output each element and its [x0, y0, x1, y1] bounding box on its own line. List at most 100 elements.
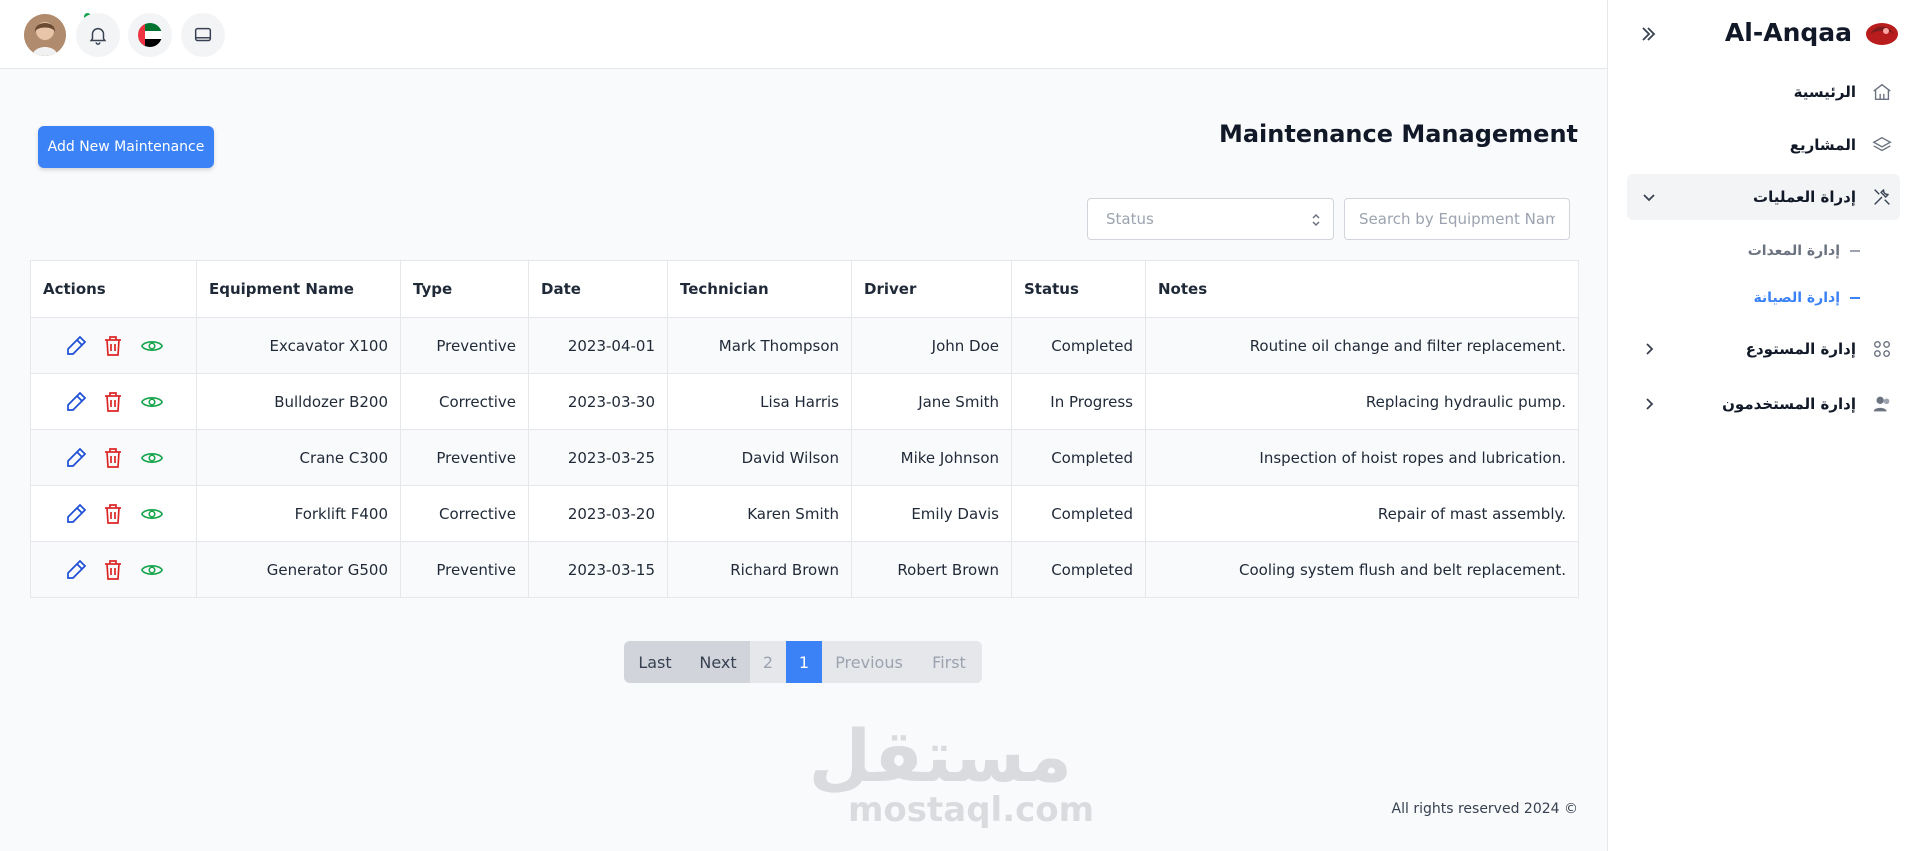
- equipment-search-input[interactable]: [1344, 198, 1570, 240]
- driver-cell: Jane Smith: [851, 373, 1012, 430]
- pagination: Last Next 2 1 Previous First: [624, 641, 982, 683]
- grid-icon: [1870, 337, 1894, 361]
- view-eye-icon[interactable]: [140, 390, 164, 414]
- table-row: Excavator X100 Preventive 2023-04-01 Mar…: [30, 317, 1579, 374]
- pagination-previous-button[interactable]: Previous: [822, 641, 916, 683]
- actions-cell: [30, 541, 197, 598]
- delete-trash-icon[interactable]: [102, 334, 126, 358]
- type-cell: Preventive: [400, 541, 529, 598]
- equipment-name-cell: Bulldozer B200: [196, 373, 401, 430]
- collapse-sidebar-icon[interactable]: [1638, 24, 1658, 44]
- actions-cell: [30, 373, 197, 430]
- pagination-next-button[interactable]: Next: [686, 641, 750, 683]
- column-header-technician: Technician: [667, 260, 852, 318]
- equipment-name-cell: Crane C300: [196, 429, 401, 486]
- view-eye-icon[interactable]: [140, 334, 164, 358]
- sidebar-item-label: إدارة المستودع: [1745, 340, 1856, 358]
- edit-pencil-icon[interactable]: [64, 558, 88, 582]
- edit-pencil-icon[interactable]: [64, 334, 88, 358]
- driver-cell: Mike Johnson: [851, 429, 1012, 486]
- date-cell: 2023-03-25: [528, 429, 668, 486]
- date-cell: 2023-03-30: [528, 373, 668, 430]
- maintenance-table: Actions Equipment Name Type Date Technic…: [30, 260, 1579, 598]
- notes-cell: Replacing hydraulic pump.: [1145, 373, 1579, 430]
- users-icon: [1870, 392, 1894, 416]
- column-header-equipment-name: Equipment Name: [196, 260, 401, 318]
- layers-icon: [1870, 133, 1894, 157]
- watermark-arabic: مستقل: [808, 714, 1072, 798]
- subitem-maintenance-management[interactable]: إدارة الصيانة: [1680, 283, 1860, 313]
- notes-cell: Cooling system flush and belt replacemen…: [1145, 541, 1579, 598]
- sidebar-item-label: المشاريع: [1789, 136, 1856, 154]
- table-row: Bulldozer B200 Corrective 2023-03-30 Lis…: [30, 373, 1579, 430]
- edit-pencil-icon[interactable]: [64, 390, 88, 414]
- add-new-maintenance-button[interactable]: Add New Maintenance: [38, 126, 214, 168]
- type-cell: Corrective: [400, 373, 529, 430]
- dash-icon: [1850, 250, 1860, 252]
- actions-cell: [30, 429, 197, 486]
- status-cell: Completed: [1011, 429, 1146, 486]
- equipment-name-cell: Forklift F400: [196, 485, 401, 542]
- technician-cell: Richard Brown: [667, 541, 852, 598]
- date-cell: 2023-04-01: [528, 317, 668, 374]
- delete-trash-icon[interactable]: [102, 502, 126, 526]
- technician-cell: Karen Smith: [667, 485, 852, 542]
- table-row: Crane C300 Preventive 2023-03-25 David W…: [30, 429, 1579, 486]
- actions-cell: [30, 317, 197, 374]
- subitem-label: إدارة الصيانة: [1753, 290, 1840, 306]
- language-button[interactable]: [128, 13, 172, 57]
- pagination-page-2[interactable]: 2: [750, 641, 786, 683]
- notes-cell: Repair of mast assembly.: [1145, 485, 1579, 542]
- column-header-type: Type: [400, 260, 529, 318]
- driver-cell: Robert Brown: [851, 541, 1012, 598]
- delete-trash-icon[interactable]: [102, 390, 126, 414]
- footer-copyright: All rights reserved 2024 ©: [1391, 801, 1578, 817]
- view-eye-icon[interactable]: [140, 446, 164, 470]
- sidebar-item-operations[interactable]: إدراة العمليات: [1627, 174, 1900, 220]
- edit-pencil-icon[interactable]: [64, 446, 88, 470]
- column-header-actions: Actions: [30, 260, 197, 318]
- view-eye-icon[interactable]: [140, 502, 164, 526]
- date-cell: 2023-03-20: [528, 485, 668, 542]
- chevron-down-icon: [1643, 194, 1655, 202]
- sidebar-item-warehouse[interactable]: إدارة المستودع: [1627, 326, 1900, 372]
- sidebar-item-projects[interactable]: المشاريع: [1627, 122, 1900, 168]
- bell-icon: [89, 27, 107, 45]
- driver-cell: Emily Davis: [851, 485, 1012, 542]
- status-filter-select[interactable]: Status: [1087, 198, 1334, 240]
- column-header-status: Status: [1011, 260, 1146, 318]
- sidebar-item-home[interactable]: الرئيسية: [1627, 69, 1900, 115]
- brand-name: Al-Anqaa: [1724, 18, 1852, 47]
- type-cell: Preventive: [400, 317, 529, 374]
- driver-cell: John Doe: [851, 317, 1012, 374]
- pagination-first-button[interactable]: First: [916, 641, 982, 683]
- select-arrows-icon: [1312, 213, 1320, 227]
- sidebar-item-label: إدارة المستخدمون: [1722, 395, 1856, 413]
- edit-pencil-icon[interactable]: [64, 502, 88, 526]
- status-cell: In Progress: [1011, 373, 1146, 430]
- type-cell: Corrective: [400, 485, 529, 542]
- user-avatar[interactable]: [24, 14, 66, 56]
- delete-trash-icon[interactable]: [102, 558, 126, 582]
- column-header-date: Date: [528, 260, 668, 318]
- pagination-page-1[interactable]: 1: [786, 641, 822, 683]
- phoenix-logo-icon: [1866, 23, 1898, 45]
- monitor-icon: [194, 27, 212, 42]
- sidebar: Al-Anqaa الرئيسية المشاريع إدراة العمليا…: [1607, 0, 1920, 851]
- date-cell: 2023-03-15: [528, 541, 668, 598]
- tools-icon: [1870, 185, 1894, 209]
- delete-trash-icon[interactable]: [102, 446, 126, 470]
- view-eye-icon[interactable]: [140, 558, 164, 582]
- pagination-last-button[interactable]: Last: [624, 641, 686, 683]
- notifications-button[interactable]: [76, 13, 120, 57]
- page-title: Maintenance Management: [1218, 120, 1578, 148]
- display-button[interactable]: [181, 13, 225, 57]
- technician-cell: Mark Thompson: [667, 317, 852, 374]
- watermark-english: mostaql.com: [848, 790, 1095, 830]
- home-icon: [1870, 80, 1894, 104]
- type-cell: Preventive: [400, 429, 529, 486]
- mostaql-watermark: مستقل mostaql.com: [808, 714, 1095, 830]
- subitem-equipment-management[interactable]: إدارة المعدات: [1680, 236, 1860, 266]
- sidebar-item-users[interactable]: إدارة المستخدمون: [1627, 381, 1900, 427]
- equipment-name-cell: Excavator X100: [196, 317, 401, 374]
